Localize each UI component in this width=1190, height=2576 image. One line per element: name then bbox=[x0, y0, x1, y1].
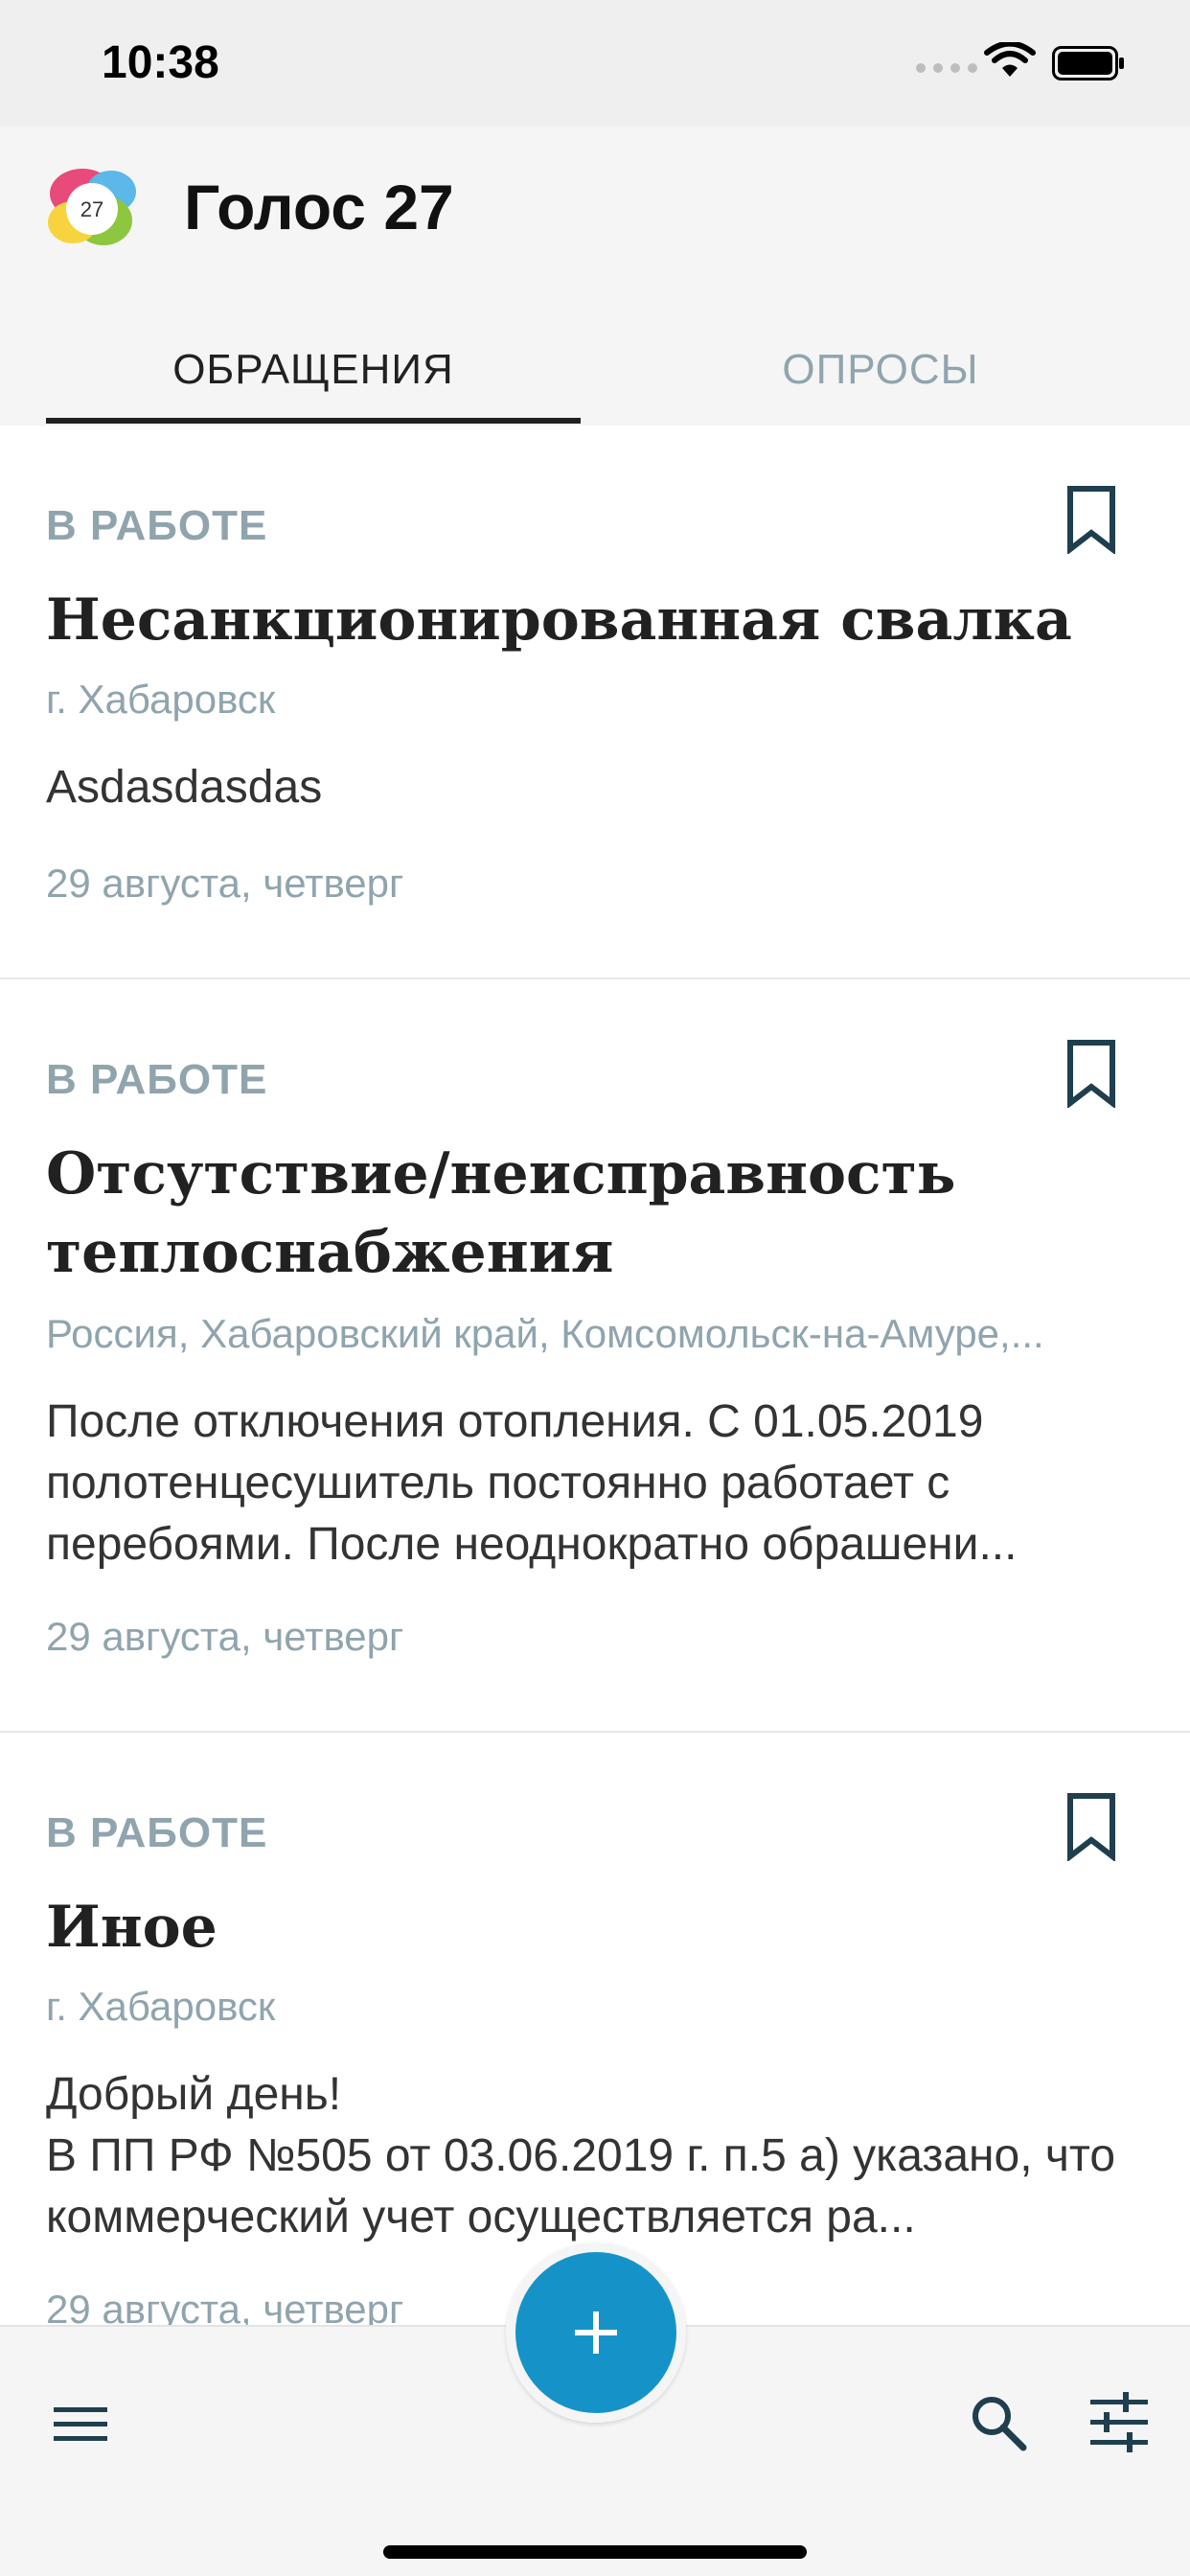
tab-bar: ОБРАЩЕНИЯ ОПРОСЫ bbox=[0, 314, 1190, 426]
home-indicator bbox=[383, 2545, 807, 2559]
appeal-text: Asdasdasdas bbox=[46, 762, 323, 813]
signal-icon bbox=[916, 63, 977, 73]
battery-icon bbox=[1052, 46, 1124, 80]
appeal-title: Отсутствие/неисправность теплоснабжения bbox=[46, 1140, 956, 1286]
status-label: В РАБОТЕ bbox=[46, 1056, 268, 1103]
appeal-card[interactable]: В РАБОТЕ Несанкционированная свалка г. Х… bbox=[0, 426, 1190, 979]
appeal-card[interactable]: В РАБОТЕ Отсутствие/неисправность теплос… bbox=[0, 979, 1190, 1733]
appeal-title: Иное bbox=[46, 1894, 217, 1961]
app-title: Голос 27 bbox=[184, 172, 454, 242]
tab-polls[interactable]: ОПРОСЫ bbox=[613, 314, 1148, 426]
wifi-icon bbox=[984, 42, 1036, 77]
add-appeal-button[interactable] bbox=[515, 2252, 676, 2413]
bookmark-icon[interactable] bbox=[1065, 1039, 1117, 1108]
tab-appeals[interactable]: ОБРАЩЕНИЯ bbox=[46, 314, 581, 426]
tab-indicator bbox=[46, 418, 581, 424]
app-logo-icon: 27 bbox=[48, 169, 136, 245]
app-header: 27 Голос 27 ОБРАЩЕНИЯ ОПРОСЫ bbox=[0, 126, 1190, 426]
filter-icon[interactable] bbox=[1088, 2390, 1150, 2453]
status-label: В РАБОТЕ bbox=[46, 502, 268, 549]
appeal-date: 29 августа, четверг bbox=[46, 1614, 404, 1659]
status-bar: 10:38 bbox=[0, 0, 1190, 126]
appeal-date: 29 августа, четверг bbox=[46, 861, 404, 906]
search-icon[interactable] bbox=[968, 2392, 1029, 2453]
appeal-text: Добрый день! В ПП РФ №505 от 03.06.2019 … bbox=[46, 2069, 1116, 2242]
bookmark-icon[interactable] bbox=[1065, 1792, 1117, 1861]
app-logo-text: 27 bbox=[80, 197, 103, 221]
status-time: 10:38 bbox=[102, 37, 219, 88]
plus-icon bbox=[575, 2312, 617, 2354]
appeal-location: г. Хабаровск bbox=[46, 1984, 276, 2029]
appeal-location: г. Хабаровск bbox=[46, 677, 276, 722]
status-label: В РАБОТЕ bbox=[46, 1809, 268, 1856]
appeal-text: После отключения отопления. С 01.05.2019… bbox=[46, 1396, 1018, 1570]
appeal-location: Россия, Хабаровский край, Комсомольск-на… bbox=[46, 1311, 1044, 1356]
bookmark-icon[interactable] bbox=[1065, 485, 1117, 554]
appeal-title: Несанкционированная свалка bbox=[46, 586, 1072, 654]
menu-icon[interactable] bbox=[52, 2396, 109, 2453]
